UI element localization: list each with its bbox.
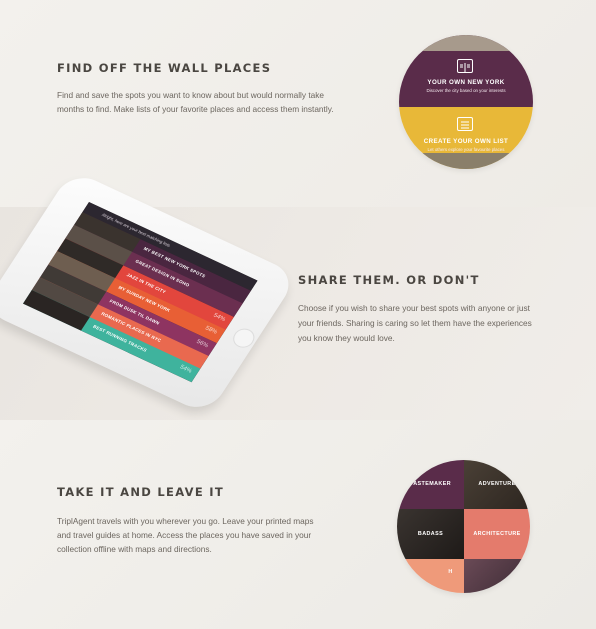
card-your-own-new-york[interactable]: YOUR OWN NEW YORK Discover the city base…: [399, 35, 533, 107]
section-text-line: collection offline with maps and directi…: [57, 544, 212, 554]
tile-label: ARCHITECTURE: [473, 531, 521, 537]
tile-adventure[interactable]: ADVENTURE: [464, 460, 530, 509]
categories-circle: TASTEMAKER ADVENTURE BADASS ARCHITECTURE…: [397, 460, 530, 593]
photo-strip: [399, 35, 533, 51]
tile-bottom-right[interactable]: [464, 559, 530, 593]
row-match-percent: 58%: [203, 325, 218, 336]
list-icon: [457, 117, 473, 131]
tile-label: TASTEMAKER: [409, 481, 452, 487]
app-cards-circle: YOUR OWN NEW YORK Discover the city base…: [399, 35, 533, 169]
section-text-line: months to find. Make lists of your favor…: [57, 104, 334, 114]
book-icon: [457, 59, 473, 73]
row-match-percent: 54%: [212, 312, 227, 323]
section-text-line: Find and save the spots you want to know…: [57, 90, 325, 100]
tile-architecture[interactable]: ARCHITECTURE: [464, 509, 530, 559]
row-match-percent: 56%: [195, 338, 210, 349]
card-subtitle: Let others explore your favourite places: [427, 147, 505, 152]
section-text-line: you know they would love.: [298, 333, 395, 343]
tile-label: BADASS: [417, 531, 444, 537]
photo-strip: [399, 153, 533, 169]
card-title: YOUR OWN NEW YORK: [427, 79, 505, 86]
section-text-line: and travel guides at home. Access the pl…: [57, 530, 312, 540]
section-text-line: TriplAgent travels with you wherever you…: [57, 516, 314, 526]
tile-badass[interactable]: BADASS: [397, 509, 464, 559]
tile-bottom-left[interactable]: H: [397, 559, 464, 593]
tile-label: ADVENTURE: [478, 481, 516, 487]
phone-body: Alright, here are your best matching lis…: [0, 169, 299, 416]
row-match-percent: 54%: [178, 364, 193, 375]
card-create-your-own-list[interactable]: CREATE YOUR OWN LIST Let others explore …: [399, 107, 533, 169]
section-heading: TAKE IT AND LEAVE IT: [57, 485, 225, 499]
section-text-line: Choose if you wish to share your best sp…: [298, 303, 530, 313]
phone-mockup: Alright, here are your best matching lis…: [0, 169, 305, 430]
section-heading: SHARE THEM. OR DON'T: [298, 273, 480, 287]
card-title: CREATE YOUR OWN LIST: [423, 138, 509, 145]
home-button: [229, 325, 259, 351]
section-heading: FIND OFF THE WALL PLACES: [57, 61, 272, 75]
card-subtitle: Discover the city based on your interest…: [426, 88, 506, 93]
tile-tastemaker[interactable]: TASTEMAKER: [397, 460, 464, 509]
section-text-line: your friends. Sharing is caring so let t…: [298, 318, 532, 328]
phone-screen: Alright, here are your best matching lis…: [22, 201, 258, 383]
tile-label: H: [448, 569, 453, 575]
